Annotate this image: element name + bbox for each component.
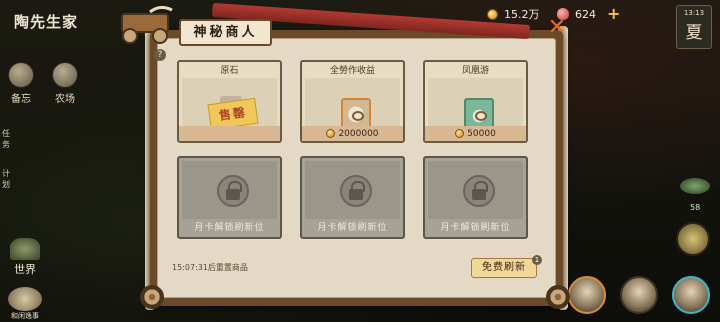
help-icon[interactable]: ? [154,49,166,61]
avatar-character-1[interactable] [568,276,606,314]
slot-2-name: 全勞作收益 [329,66,375,76]
world-button[interactable]: 世界 [10,238,40,277]
refresh-timer-text: 15:07:31后重置商品 [172,263,248,272]
character-portrait-icon[interactable] [676,222,710,256]
add-currency-button[interactable]: + [607,4,620,23]
slot-1-price-bar [179,126,280,141]
season-time: 13:13 [683,9,705,17]
memo-icon [8,62,34,88]
memo-button[interactable]: 备忘 [8,62,34,105]
slot-3-price: 50000 [467,128,496,139]
merchant-cart-icon [121,6,173,44]
coin-icon [326,129,336,138]
season-name: 夏 [685,23,703,43]
lock-icon [463,175,495,207]
shop-slot-1[interactable]: 原石 售罄 [177,60,282,143]
season-card[interactable]: 13:13 夏 [676,5,712,49]
event-badge-button[interactable]: 和闲逸事 [8,287,42,321]
plan-side-tab[interactable]: 计划 [2,168,12,190]
shop-title: 神秘商人 [179,19,272,46]
coin-icon [455,129,465,138]
refresh-count-badge: 1 [532,255,542,265]
slot-2-image [305,78,400,134]
slot-2-price: 2000000 [338,128,379,139]
locked-slot-caption: 月卡解锁刷新位 [440,223,511,233]
world-label: 世界 [14,263,36,276]
memo-label: 备忘 [11,94,31,105]
coin-icon [487,8,498,20]
right-wheel-decoration [546,285,570,309]
left-wheel-decoration [140,285,164,309]
farm-label: 农场 [55,94,75,105]
slot-3-image [428,78,523,134]
world-icon [10,238,40,260]
slot-2-price-bar: 2000000 [302,126,403,141]
locked-slot-caption: 月卡解锁刷新位 [194,223,265,233]
locked-slot-1[interactable]: 月卡解锁刷新位 [177,156,282,239]
event-icon [8,287,42,311]
free-refresh-button[interactable]: 免费刷新 [471,258,537,278]
slot-1-image: 售罄 [182,78,277,131]
avatar-character-3[interactable] [672,276,710,314]
locked-slot-caption: 月卡解锁刷新位 [317,223,388,233]
view-counter: 58 [690,203,701,212]
shop-slot-2[interactable]: 全勞作收益 2000000 [300,60,405,143]
location-title: 陶先生家 [14,13,79,31]
lock-icon [340,175,372,207]
task-side-tab[interactable]: 任务 [2,128,12,150]
coin-amount: 15.2万 [504,8,540,21]
event-label: 和闲逸事 [11,312,39,320]
slot-3-price-bar: 50000 [425,126,526,141]
locked-slot-3[interactable]: 月卡解锁刷新位 [423,156,528,239]
lock-icon [217,175,249,207]
locked-slot-2[interactable]: 月卡解锁刷新位 [300,156,405,239]
gem-amount: 624 [575,7,596,21]
shop-slot-3[interactable]: 凤凰游 50000 [423,60,528,143]
farm-icon [52,62,78,88]
coin-counter: 15.2万 [487,6,540,22]
slot-1-name: 原石 [220,66,239,76]
avatar-character-2[interactable] [620,276,658,314]
slot-3-name: 凤凰游 [461,66,489,76]
farm-button[interactable]: 农场 [52,62,78,105]
close-icon[interactable]: ✕ [547,17,567,39]
view-toggle-icon[interactable] [680,178,710,194]
